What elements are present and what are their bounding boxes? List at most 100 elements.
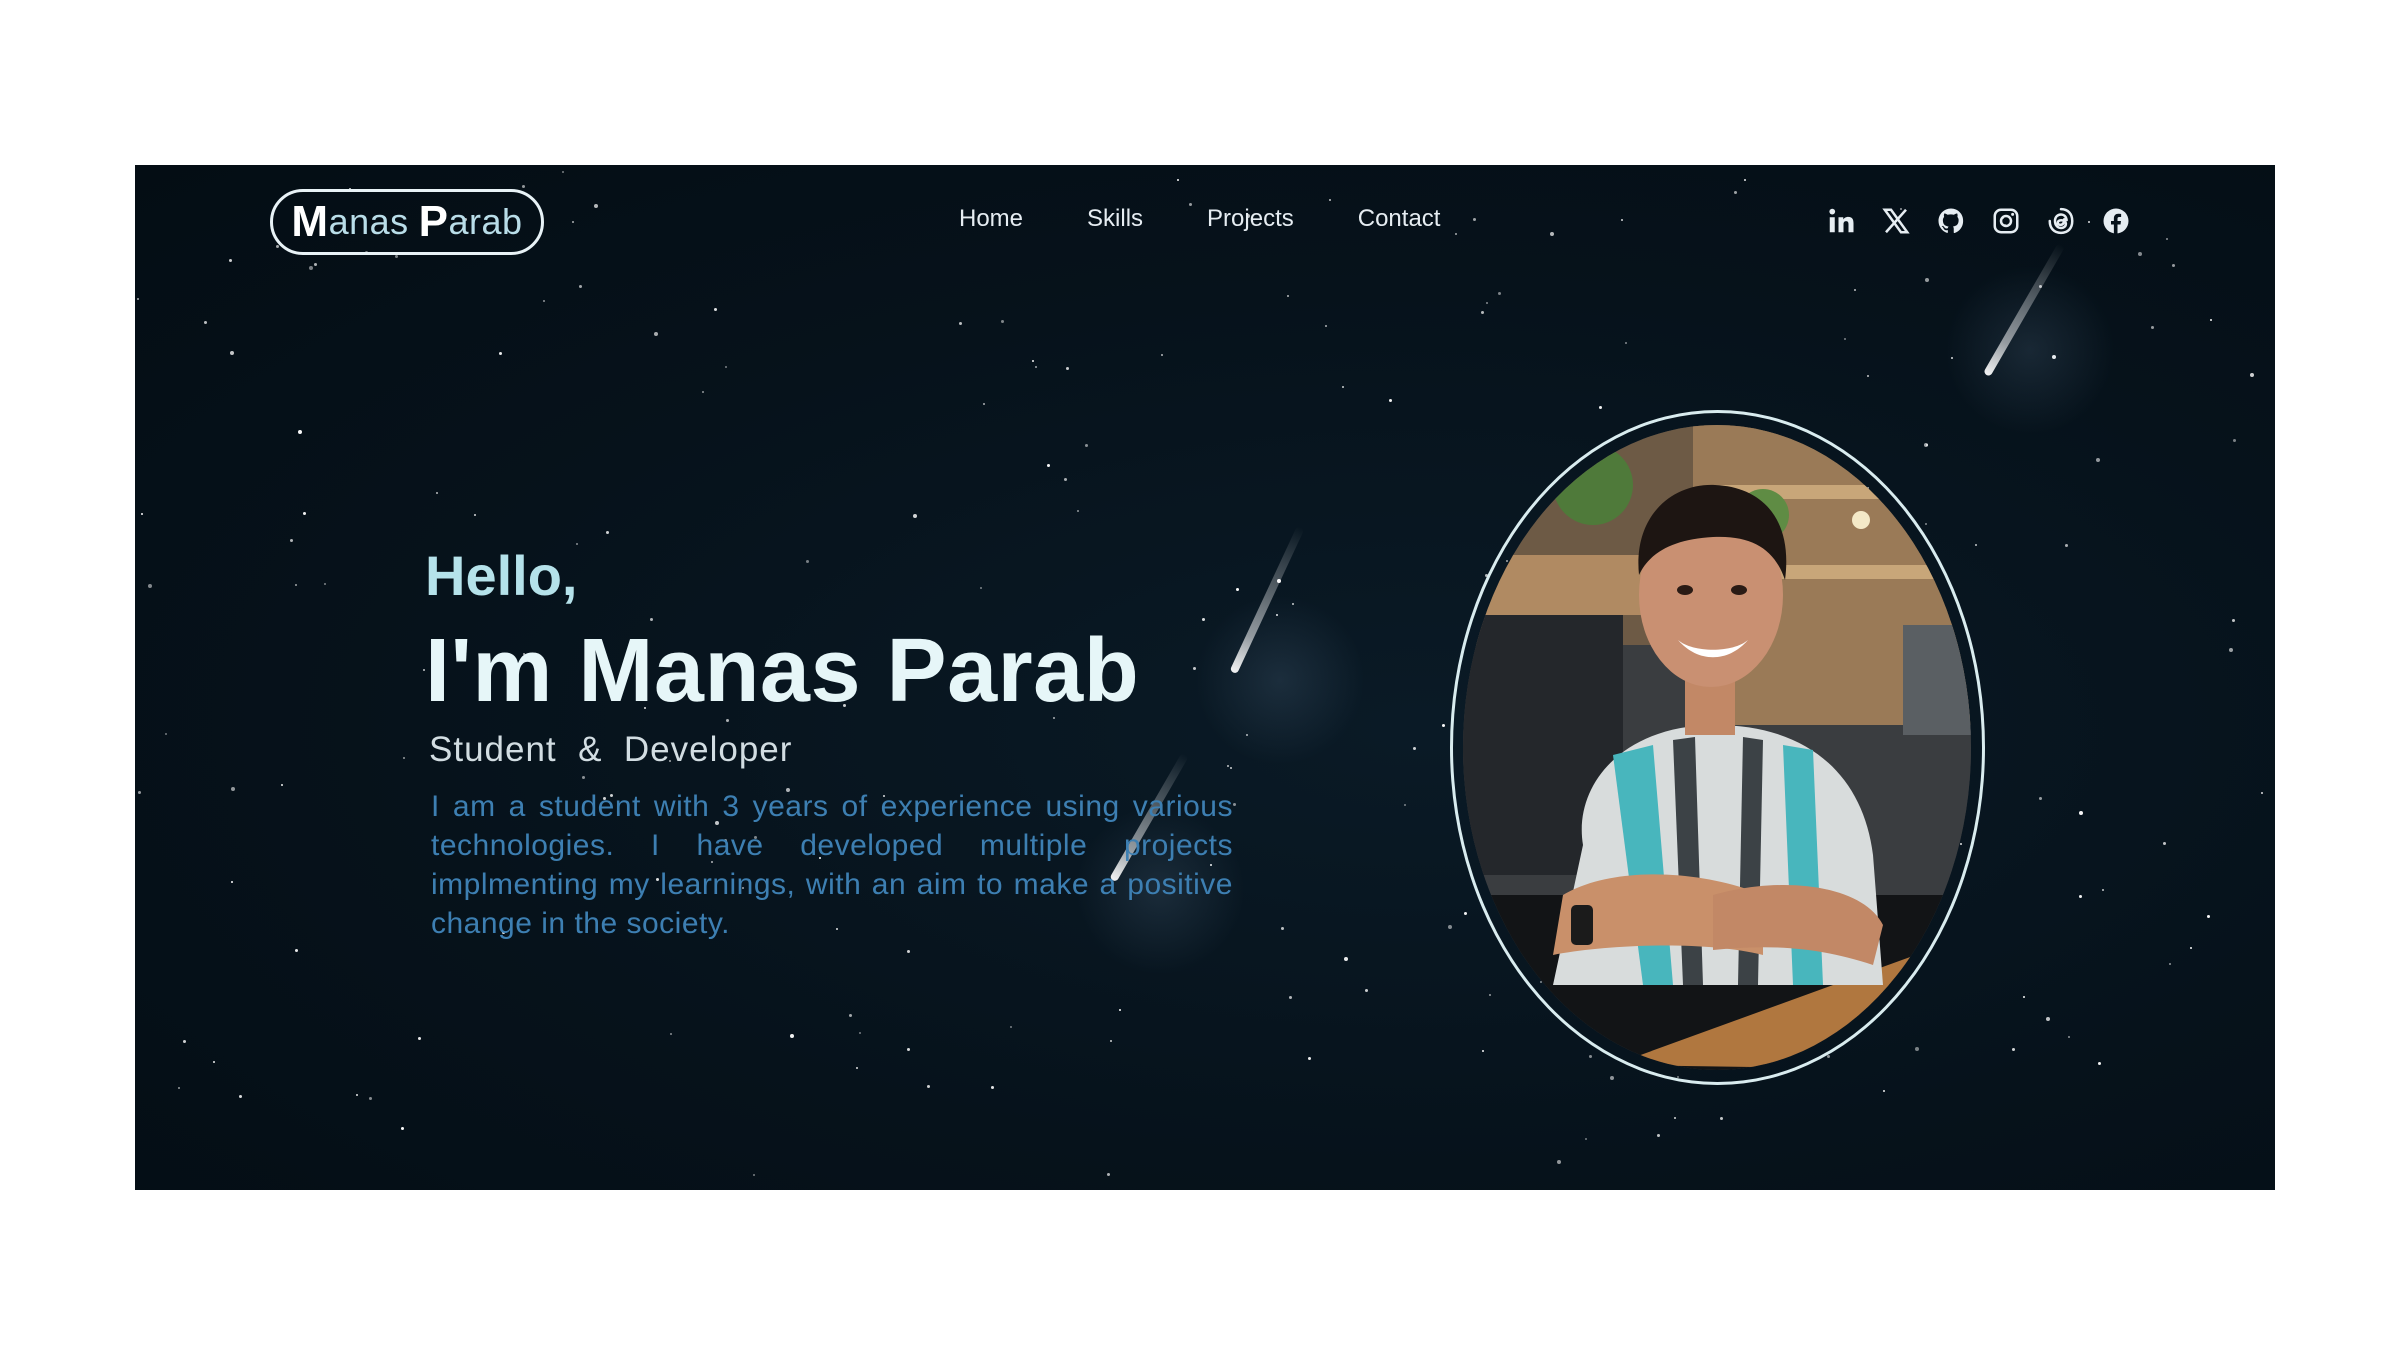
linkedin-icon[interactable] — [1823, 203, 1858, 238]
star — [859, 1032, 861, 1034]
star — [1365, 989, 1368, 992]
star — [1329, 199, 1331, 201]
star — [1404, 804, 1406, 806]
star — [1489, 994, 1491, 996]
star — [2207, 915, 2210, 918]
star — [1481, 311, 1484, 314]
star — [1010, 1026, 1012, 1028]
star — [2166, 238, 2168, 240]
star — [1610, 1076, 1614, 1080]
star — [606, 531, 609, 534]
star — [2190, 947, 2192, 949]
star — [1047, 464, 1050, 467]
star — [2098, 1062, 2101, 1065]
star — [281, 784, 283, 786]
star — [1342, 386, 1344, 388]
star — [1110, 1040, 1112, 1042]
star — [907, 1048, 910, 1051]
star — [1442, 724, 1445, 727]
star — [230, 351, 234, 355]
star — [1448, 925, 1452, 929]
star — [1599, 406, 1602, 409]
x-twitter-icon[interactable] — [1878, 203, 1913, 238]
main-nav: Home Skills Projects Contact — [959, 205, 1440, 233]
star — [1744, 179, 1746, 181]
star — [2079, 811, 2083, 815]
nav-skills[interactable]: Skills — [1087, 205, 1143, 233]
star — [2233, 439, 2236, 442]
star — [295, 949, 298, 952]
star — [849, 1014, 852, 1017]
star — [1230, 767, 1232, 769]
nav-contact[interactable]: Contact — [1358, 205, 1441, 233]
star — [2012, 1048, 2015, 1051]
star — [436, 492, 438, 494]
instagram-icon[interactable] — [1988, 203, 2023, 238]
star — [983, 403, 985, 405]
star — [1827, 1055, 1830, 1058]
star — [2229, 648, 2233, 652]
star — [1035, 366, 1037, 368]
star — [1883, 1090, 1885, 1092]
star — [1107, 1173, 1110, 1176]
star — [594, 204, 598, 208]
star — [165, 733, 167, 735]
star — [137, 298, 139, 300]
star — [2210, 319, 2212, 321]
star — [714, 308, 717, 311]
star — [1867, 375, 1869, 377]
star — [1557, 1160, 1561, 1164]
star — [148, 584, 152, 588]
hero-role: Student & Developer — [429, 730, 793, 769]
star — [2046, 1017, 2050, 1021]
star — [522, 185, 525, 188]
star — [1464, 912, 1467, 915]
star — [2232, 619, 2235, 622]
star — [1625, 342, 1627, 344]
logo-text-arab: arab — [448, 201, 523, 242]
star — [1482, 1050, 1484, 1052]
social-links — [1823, 203, 2133, 238]
star — [1233, 803, 1236, 806]
star — [1325, 325, 1327, 327]
github-icon[interactable] — [1933, 203, 1968, 238]
star — [303, 512, 306, 515]
star — [582, 776, 585, 779]
star — [2163, 842, 2166, 845]
star — [2138, 252, 2142, 256]
star — [1915, 1047, 1919, 1051]
star — [1550, 232, 1554, 236]
star — [980, 587, 982, 589]
star — [927, 1085, 930, 1088]
star — [907, 950, 910, 953]
star — [1657, 1134, 1660, 1137]
meteor-glow — [1195, 595, 1365, 765]
nav-home[interactable]: Home — [959, 205, 1023, 233]
star — [1926, 444, 1928, 446]
star — [2102, 889, 2104, 891]
star — [298, 430, 302, 434]
hero-section: M anas P arab Home Skills Projects Conta… — [135, 165, 2275, 1190]
star — [309, 266, 313, 270]
star — [1486, 302, 1488, 304]
star — [1854, 289, 1856, 291]
star — [1389, 399, 1392, 402]
star — [753, 1174, 755, 1176]
star — [670, 1033, 672, 1035]
star — [1227, 765, 1229, 767]
star — [725, 366, 727, 368]
star — [2261, 792, 2263, 794]
star — [204, 321, 207, 324]
star — [1925, 278, 1929, 282]
star — [1287, 295, 1289, 297]
star — [295, 584, 297, 586]
star — [276, 245, 279, 248]
star — [2039, 797, 2042, 800]
threads-icon[interactable] — [2043, 203, 2078, 238]
facebook-icon[interactable] — [2098, 203, 2133, 238]
site-logo[interactable]: M anas P arab — [270, 189, 544, 255]
hero-name: I'm Manas Parab — [425, 621, 1140, 721]
star — [1177, 179, 1179, 181]
nav-projects[interactable]: Projects — [1207, 205, 1294, 233]
star — [1975, 544, 1977, 546]
